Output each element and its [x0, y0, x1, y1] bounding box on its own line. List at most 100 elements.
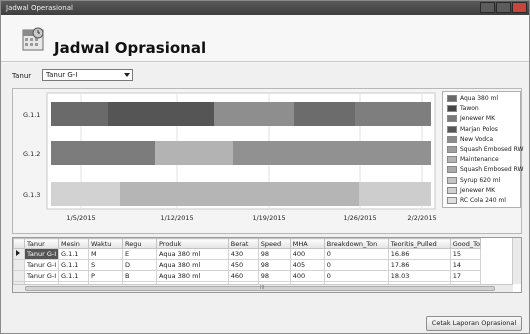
table-cell[interactable]: Aqua 380 ml	[156, 270, 229, 282]
legend-item: Tawon	[447, 105, 479, 113]
table-cell[interactable]: E	[122, 248, 157, 260]
row-selector[interactable]	[13, 270, 25, 282]
table-cell[interactable]: D	[122, 259, 157, 271]
gantt-bar	[120, 182, 359, 206]
legend-swatch	[447, 125, 457, 133]
table-row[interactable]: Tanur G-I G.1.1 M E Aqua 380 ml 430 98 400 0 16.8…	[13, 248, 481, 260]
legend-swatch	[447, 146, 457, 153]
column-header[interactable]: Berat	[227, 238, 259, 249]
chart-legend: Aqua 380 ml Tawon Jenewer MK Marjan Polos Ne…	[442, 91, 523, 208]
legend-label: Jenewer MK	[460, 186, 496, 194]
table-row[interactable]: Tanur G-I G.1.1 P B Aqua 380 ml 460 98 400 0 18.0…	[13, 270, 481, 282]
legend-swatch	[447, 166, 457, 174]
gantt-bar	[155, 141, 233, 165]
print-report-button[interactable]: Cetak Laporan Oprasional	[426, 316, 522, 331]
horizontal-scrollbar[interactable]: III	[13, 284, 513, 292]
table-cell[interactable]: 460	[227, 270, 259, 282]
gantt-bar	[233, 141, 431, 165]
x-tick-label: 1/26/2015	[343, 214, 376, 222]
page-title: Jadwal Oprasional	[54, 39, 207, 57]
calendar-icon	[22, 27, 44, 51]
table-cell[interactable]: 400	[289, 270, 325, 282]
table-cell[interactable]: B	[122, 270, 157, 282]
gantt-bar	[108, 102, 214, 126]
legend-item: Syrup 620 ml	[447, 176, 501, 185]
table-cell[interactable]: M	[88, 248, 123, 260]
window-titlebar: Jadwal Operasional	[1, 1, 529, 15]
column-header[interactable]: Waktu	[88, 238, 123, 249]
row-selector[interactable]	[13, 259, 25, 271]
table-cell[interactable]: Tanur G-I	[24, 259, 59, 271]
header-divider	[1, 61, 529, 62]
column-header[interactable]: Teoritis_Pulled	[387, 238, 451, 249]
table-cell[interactable]: 405	[289, 259, 325, 271]
row-selector[interactable]	[13, 248, 25, 260]
legend-item: Squash Embosed RW	[447, 166, 523, 174]
window-title: Jadwal Operasional	[6, 4, 73, 12]
gantt-bar	[51, 102, 108, 126]
table-cell[interactable]: 98	[257, 270, 291, 282]
table-cell[interactable]: Aqua 380 ml	[156, 259, 229, 271]
table-cell[interactable]: 430	[227, 248, 259, 260]
legend-item: Squash Embosed RW	[447, 146, 523, 154]
table-cell[interactable]: S	[88, 259, 123, 271]
table-cell[interactable]: Tanur G-I	[24, 270, 59, 282]
close-button[interactable]	[512, 2, 527, 13]
column-header[interactable]: Produk	[156, 238, 229, 249]
table-cell[interactable]: P	[88, 270, 123, 282]
vertical-scrollbar[interactable]	[512, 238, 521, 284]
column-header[interactable]: Breakdown_Ton	[323, 238, 389, 249]
legend-swatch	[447, 135, 457, 143]
table-cell[interactable]: G.1.1	[58, 270, 89, 282]
table-cell[interactable]: 16.86	[387, 248, 451, 260]
legend-item: Jenewer MK	[447, 186, 496, 195]
legend-label: Syrup 620 ml	[460, 176, 501, 184]
minimize-button[interactable]	[480, 2, 495, 13]
table-cell[interactable]: Aqua 380 ml	[156, 248, 229, 260]
table-cell[interactable]: 15	[449, 248, 481, 260]
table-cell[interactable]: G.1.1	[58, 259, 89, 271]
gantt-chart: 1/5/2015 1/12/2015 1/19/2015 1/26/2015 2/2/2…	[23, 92, 437, 222]
column-header[interactable]: Mesin	[58, 238, 89, 249]
column-header[interactable]: Regu	[122, 238, 157, 249]
gantt-bar	[51, 182, 120, 206]
tanur-label: Tanur	[12, 72, 32, 80]
table-cell[interactable]: 17	[449, 270, 481, 282]
table-header-row: Tanur Mesin Waktu Regu Produk Berat Speed MHA Br…	[13, 238, 481, 249]
legend-swatch	[447, 115, 457, 123]
maximize-button[interactable]	[496, 2, 511, 13]
table-cell[interactable]: 0	[323, 270, 389, 282]
table-cell[interactable]: G.1.1	[58, 248, 89, 260]
legend-item: Aqua 380 ml	[447, 95, 498, 103]
schedule-grid[interactable]: Tanur Mesin Waktu Regu Produk Berat Speed MHA Br…	[12, 237, 522, 293]
table-row[interactable]: Tanur G-I G.1.1 S D Aqua 380 ml 450 98 405 0 17.8…	[13, 259, 481, 271]
table-cell[interactable]: 98	[257, 248, 291, 260]
table-cell[interactable]: 14	[449, 259, 481, 271]
table-cell[interactable]: 0	[323, 248, 389, 260]
legend-label: Marjan Polos	[460, 125, 498, 133]
column-header[interactable]: MHA	[289, 238, 325, 249]
tanur-dropdown[interactable]: Tanur G-I	[42, 69, 133, 81]
y-category-label: G.1.2	[23, 150, 40, 158]
column-header[interactable]: Tanur	[24, 238, 59, 249]
legend-swatch	[447, 95, 457, 102]
table-cell[interactable]: 17.86	[387, 259, 451, 271]
table-cell[interactable]: 18.03	[387, 270, 451, 282]
legend-label: New Vodca	[460, 135, 494, 143]
gantt-bar	[294, 102, 355, 126]
column-header[interactable]: Good_To	[449, 238, 481, 249]
column-header[interactable]: Speed	[257, 238, 291, 249]
current-row-arrow-icon	[16, 250, 20, 256]
table-cell[interactable]: 98	[257, 259, 291, 271]
legend-label: RC Cola 240 ml	[460, 197, 506, 204]
legend-item: Maintenance	[447, 156, 499, 164]
table-cell[interactable]: Tanur G-I	[24, 248, 59, 260]
table-cell[interactable]: 450	[227, 259, 259, 271]
table-cell[interactable]: 0	[323, 259, 389, 271]
legend-label: Jenewer MK	[460, 115, 496, 123]
table-cell[interactable]: 400	[289, 248, 325, 260]
tanur-selected-value: Tanur G-I	[46, 71, 78, 79]
legend-item: Marjan Polos	[447, 125, 498, 134]
x-tick-label: 1/12/2015	[160, 214, 193, 222]
x-tick-label: 1/19/2015	[252, 214, 285, 222]
